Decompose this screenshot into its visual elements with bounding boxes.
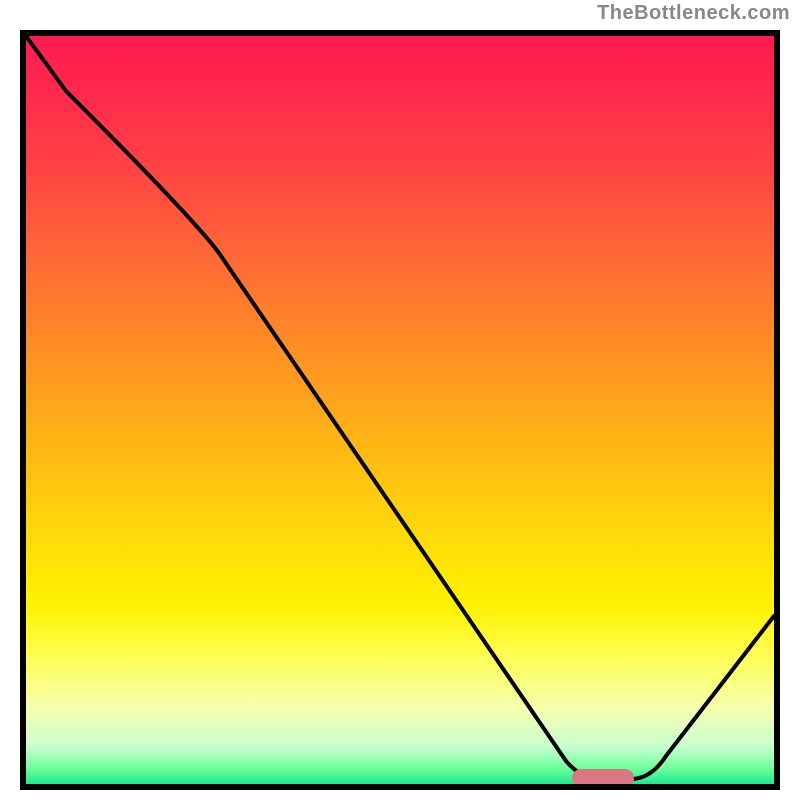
chart-container bbox=[20, 30, 780, 790]
curve-svg bbox=[26, 36, 774, 784]
watermark-text: TheBottleneck.com bbox=[597, 2, 790, 25]
minimum-marker bbox=[572, 769, 634, 787]
plot-area bbox=[20, 30, 780, 790]
curve-path bbox=[26, 36, 774, 779]
